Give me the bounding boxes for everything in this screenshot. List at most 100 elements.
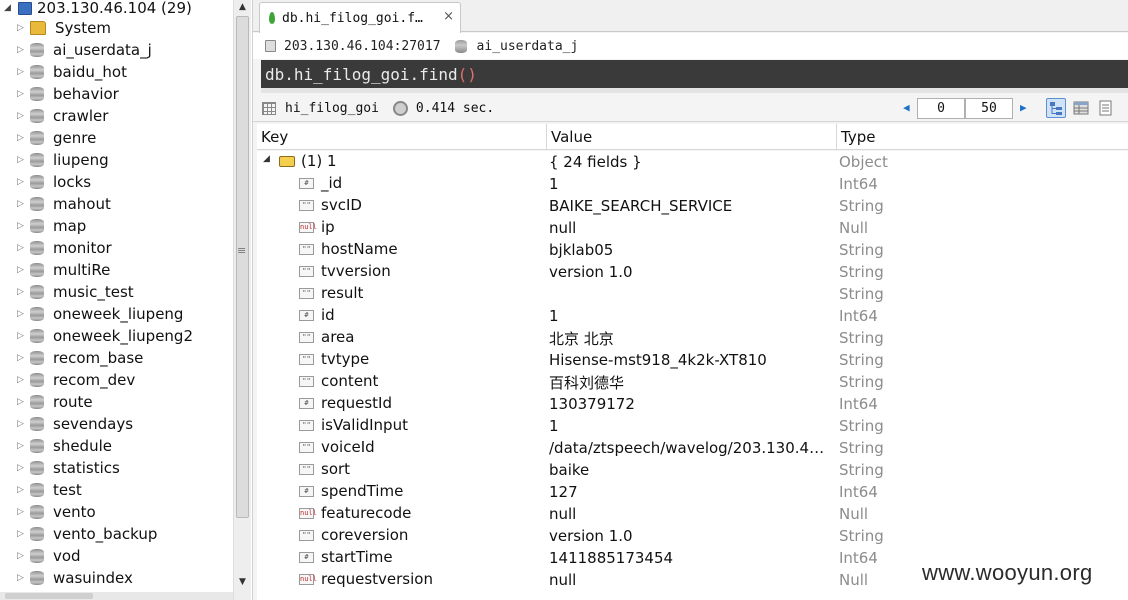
expand-arrow-icon[interactable]: ▷ <box>17 463 25 473</box>
horizontal-scrollbar-thumb[interactable] <box>5 593 93 599</box>
tree-item[interactable]: ▷ music_test <box>0 281 233 303</box>
field-row[interactable]: "" result String <box>257 283 1128 305</box>
scroll-down-arrow-icon[interactable]: ▼ <box>234 577 251 589</box>
expand-arrow-icon[interactable]: ▷ <box>17 177 25 187</box>
text-view-button[interactable] <box>1095 98 1115 118</box>
expand-triangle-icon[interactable]: ◢ <box>263 154 270 164</box>
expand-arrow-icon[interactable]: ▷ <box>17 243 25 253</box>
tree-view-button[interactable] <box>1046 98 1066 118</box>
column-header-value[interactable]: Value <box>547 124 837 150</box>
tree-item[interactable]: ▷ test <box>0 479 233 501</box>
expand-arrow-icon[interactable]: ▷ <box>17 89 25 99</box>
string-type-icon: "" <box>299 464 314 475</box>
tree-item[interactable]: ▷ multiRe <box>0 259 233 281</box>
tree-horizontal-scrollbar[interactable] <box>0 592 233 600</box>
previous-page-arrow-icon[interactable]: ◀ <box>903 101 910 114</box>
tree-item[interactable]: ▷ statistics <box>0 457 233 479</box>
expand-arrow-icon[interactable]: ▷ <box>17 265 25 275</box>
tree-item[interactable]: ▷ vod <box>0 545 233 567</box>
field-row[interactable]: "" svcID BAIKE_SEARCH_SERVICE String <box>257 195 1128 217</box>
expand-arrow-icon[interactable]: ▷ <box>17 397 25 407</box>
expand-arrow-icon[interactable]: ▷ <box>17 23 25 33</box>
expand-arrow-icon[interactable]: ▷ <box>17 485 25 495</box>
next-page-arrow-icon[interactable]: ▶ <box>1020 101 1027 114</box>
field-row[interactable]: # _id 1 Int64 <box>257 173 1128 195</box>
tree-item[interactable]: ▷ baidu_hot <box>0 61 233 83</box>
field-row[interactable]: # requestId 130379172 Int64 <box>257 393 1128 415</box>
tree-vertical-scrollbar[interactable]: ▲ ≡ ▼ <box>233 0 251 600</box>
field-row[interactable]: "" tvversion version 1.0 String <box>257 261 1128 283</box>
tree-item[interactable]: ▷ sevendays <box>0 413 233 435</box>
field-row[interactable]: "" isValidInput 1 String <box>257 415 1128 437</box>
expand-arrow-icon[interactable]: ▷ <box>17 45 25 55</box>
expand-arrow-icon[interactable]: ▷ <box>17 287 25 297</box>
expand-arrow-icon[interactable]: ▷ <box>17 111 25 121</box>
expand-arrow-icon[interactable]: ▷ <box>17 221 25 231</box>
field-row[interactable]: # id 1 Int64 <box>257 305 1128 327</box>
field-row[interactable]: null ip null Null <box>257 217 1128 239</box>
field-value: 130379172 <box>549 395 635 413</box>
tree-item[interactable]: ▷ liupeng <box>0 149 233 171</box>
scrollbar-thumb[interactable] <box>236 16 249 518</box>
expand-arrow-icon[interactable]: ▷ <box>17 375 25 385</box>
tree-item[interactable]: ▷ recom_dev <box>0 369 233 391</box>
expand-arrow-icon[interactable]: ▷ <box>17 353 25 363</box>
null-type-icon: null <box>299 508 317 519</box>
collapse-triangle-icon[interactable]: ◢ <box>4 3 16 13</box>
tree-item[interactable]: ▷ recom_base <box>0 347 233 369</box>
tree-item[interactable]: ▷ vento <box>0 501 233 523</box>
field-row[interactable]: # spendTime 127 Int64 <box>257 481 1128 503</box>
expand-arrow-icon[interactable]: ▷ <box>17 133 25 143</box>
expand-arrow-icon[interactable]: ▷ <box>17 309 25 319</box>
limit-input[interactable]: 50 <box>965 98 1013 119</box>
tree-item[interactable]: ▷ oneweek_liupeng2 <box>0 325 233 347</box>
database-icon <box>30 263 44 277</box>
tree-item[interactable]: ▷ behavior <box>0 83 233 105</box>
expand-arrow-icon[interactable]: ▷ <box>17 551 25 561</box>
tree-item[interactable]: ▷ monitor <box>0 237 233 259</box>
field-row[interactable]: "" coreversion version 1.0 String <box>257 525 1128 547</box>
tree-item[interactable]: ▷ locks <box>0 171 233 193</box>
tree-item[interactable]: ▷ wasuindex <box>0 567 233 589</box>
expand-arrow-icon[interactable]: ▷ <box>17 507 25 517</box>
tree-item[interactable]: ▷ crawler <box>0 105 233 127</box>
tab-query[interactable]: db.hi_filog_goi.f… × <box>259 2 461 33</box>
tree-item[interactable]: ▷ map <box>0 215 233 237</box>
tree-item[interactable]: ▷ route <box>0 391 233 413</box>
tab-close-icon[interactable]: × <box>443 9 454 24</box>
field-type: String <box>839 197 884 215</box>
tree-item[interactable]: ▷ ai_userdata_j <box>0 39 233 61</box>
tree-item[interactable]: ▷ System <box>0 17 233 39</box>
expand-arrow-icon[interactable]: ▷ <box>17 155 25 165</box>
document-root-row[interactable]: ◢ (1) 1 { 24 fields } Object <box>257 151 1128 173</box>
field-row[interactable]: "" area 北京 北京 String <box>257 327 1128 349</box>
expand-arrow-icon[interactable]: ▷ <box>17 331 25 341</box>
tree-item[interactable]: ▷ mahout <box>0 193 233 215</box>
expand-arrow-icon[interactable]: ▷ <box>17 199 25 209</box>
tree-item[interactable]: ▷ shedule <box>0 435 233 457</box>
null-type-icon: null <box>299 222 317 233</box>
expand-arrow-icon[interactable]: ▷ <box>17 441 25 451</box>
table-view-button[interactable] <box>1071 98 1091 118</box>
field-row[interactable]: "" sort baike String <box>257 459 1128 481</box>
field-value: BAIKE_SEARCH_SERVICE <box>549 197 733 215</box>
expand-arrow-icon[interactable]: ▷ <box>17 419 25 429</box>
field-row[interactable]: "" content 百科刘德华 String <box>257 371 1128 393</box>
tree-item[interactable]: ▷ vento_backup <box>0 523 233 545</box>
column-header-type[interactable]: Type <box>837 124 1128 150</box>
scroll-up-arrow-icon[interactable]: ▲ <box>234 2 251 14</box>
string-type-icon: "" <box>299 376 314 387</box>
skip-input[interactable]: 0 <box>917 98 965 119</box>
query-editor[interactable]: db.hi_filog_goi.find() <box>261 60 1128 88</box>
tree-item[interactable]: ▷ genre <box>0 127 233 149</box>
database-icon <box>30 351 44 365</box>
expand-arrow-icon[interactable]: ▷ <box>17 67 25 77</box>
field-row[interactable]: null featurecode null Null <box>257 503 1128 525</box>
field-row[interactable]: "" tvtype Hisense-mst918_4k2k-XT810 String <box>257 349 1128 371</box>
column-header-key[interactable]: Key <box>257 124 547 150</box>
expand-arrow-icon[interactable]: ▷ <box>17 573 25 583</box>
tree-item[interactable]: ▷ oneweek_liupeng <box>0 303 233 325</box>
expand-arrow-icon[interactable]: ▷ <box>17 529 25 539</box>
field-row[interactable]: "" voiceId/data/ztspeech/wavelog/203.130.… <box>257 437 1128 459</box>
field-row[interactable]: "" hostName bjklab05 String <box>257 239 1128 261</box>
